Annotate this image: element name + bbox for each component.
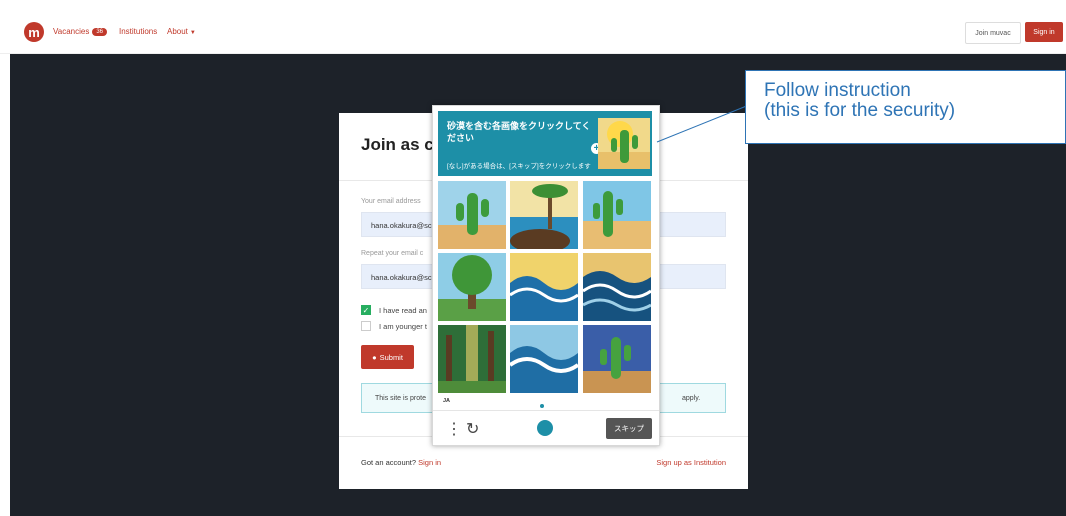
nav-vacancies-label: Vacancies [53, 27, 90, 36]
page-indicator-dot [540, 404, 544, 408]
footer-account-label: Got an account? [361, 458, 417, 467]
annotation-callout: Follow instruction (this is for the secu… [745, 70, 1066, 144]
annotation-line-1: Follow instruction [764, 80, 911, 101]
notice-left-text: This site is prote [375, 395, 426, 402]
captcha-header: 砂漠を含む各画像をクリックしてください [なし]がある場合は、[スキップ]をクリ… [438, 111, 652, 176]
captcha-instruction: 砂漠を含む各画像をクリックしてください [447, 121, 591, 143]
terms-checkbox[interactable]: ✓ [361, 305, 371, 315]
language-selector[interactable]: JA [443, 398, 450, 404]
hcaptcha-logo-icon [537, 420, 553, 436]
captcha-tile-cactus[interactable] [438, 181, 506, 249]
nav-vacancies-link[interactable]: Vacancies 36 [53, 27, 108, 36]
join-button[interactable]: Join muvac [965, 22, 1021, 44]
captcha-tile-forest[interactable] [438, 325, 506, 393]
captcha-tile-cactus[interactable] [583, 325, 651, 393]
annotation-line-2: (this is for the security) [764, 100, 956, 121]
nav-institutions-link[interactable]: Institutions [119, 27, 157, 36]
captcha-challenge: 砂漠を含む各画像をクリックしてください [なし]がある場合は、[スキップ]をクリ… [432, 105, 660, 446]
captcha-tile-waves[interactable] [510, 253, 578, 321]
captcha-tile-waves[interactable] [510, 325, 578, 393]
refresh-icon[interactable]: ↻ [466, 419, 479, 439]
annotation-leader-line [656, 104, 750, 143]
submit-label: Submit [379, 352, 403, 362]
age-checkbox[interactable] [361, 321, 371, 331]
captcha-tile-beach[interactable] [510, 181, 578, 249]
vacancies-count-badge: 36 [92, 28, 108, 36]
page-title: Join as c [361, 135, 434, 154]
top-navbar: m Vacancies 36 Institutions About ▼ Join m… [0, 0, 1066, 54]
submit-button[interactable]: ● Submit [361, 345, 414, 369]
nav-about-dropdown[interactable]: About ▼ [167, 27, 196, 36]
repeat-email-label: Repeat your email c [361, 250, 424, 257]
captcha-tile-forest[interactable] [438, 253, 506, 321]
chevron-down-icon: ▼ [189, 30, 196, 36]
captcha-tile-cactus[interactable] [583, 181, 651, 249]
signup-institution-link[interactable]: Sign up as Institution [656, 458, 726, 467]
age-checkbox-label: I am younger t [379, 322, 427, 331]
example-image [598, 118, 650, 169]
skip-button[interactable]: スキップ [606, 418, 652, 439]
email-label: Your email address [361, 198, 421, 205]
submit-icon: ● [372, 352, 377, 362]
captcha-subinstruction: [なし]がある場合は、[スキップ]をクリックします [447, 163, 591, 170]
notice-right-text: apply. [682, 395, 701, 402]
footer-signin-link[interactable]: Sign in [418, 458, 441, 467]
menu-icon[interactable]: ⋮ [446, 419, 462, 439]
footer-account-text: Got an account? Sign in [361, 458, 441, 467]
divider [433, 410, 659, 411]
terms-checkbox-label: I have read an [379, 306, 427, 315]
muvac-logo[interactable]: m [24, 22, 44, 42]
nav-about-label: About [167, 27, 188, 36]
signin-button[interactable]: Sign in [1025, 22, 1063, 42]
captcha-tile-waves[interactable] [583, 253, 651, 321]
